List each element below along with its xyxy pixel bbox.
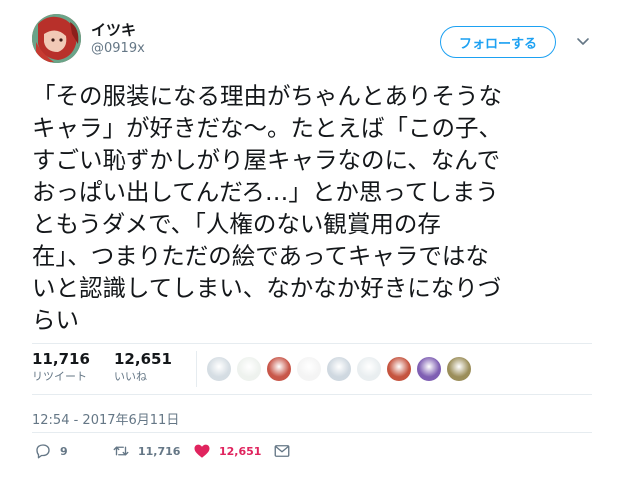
tweet-text-line: おっぱい出してんだろ…」とか思ってしまう xyxy=(32,178,499,206)
tweet-text-line: すごい恥ずかしがり屋キャラなのに、なんで xyxy=(32,146,501,174)
reply-icon xyxy=(36,444,50,459)
retweet-count: 11,716 xyxy=(32,350,90,368)
liker-avatar-6[interactable] xyxy=(356,356,382,382)
retweet-button[interactable]: 11,716 xyxy=(112,442,180,460)
stats-top-divider xyxy=(32,343,592,344)
like-count: 12,651 xyxy=(114,350,172,368)
tweet-text-line: 在」、つまりただの絵であってキャラではな xyxy=(32,242,489,270)
tweet-text-line: いと認識してしまい、なかなか好きになりづ xyxy=(32,274,502,302)
direct-message-button[interactable] xyxy=(273,442,291,460)
chevron-down-icon[interactable] xyxy=(576,34,590,48)
liker-avatar-2[interactable] xyxy=(236,356,262,382)
tweet-text-line: 「その服装になる理由がちゃんとありそうな xyxy=(32,82,502,110)
tweet-text-line: ともうダメで、「人権のない観賞用の存 xyxy=(32,210,441,238)
display-name[interactable]: イツキ xyxy=(91,19,136,40)
retweet-action-count: 11,716 xyxy=(138,444,181,458)
stats-separator xyxy=(196,351,197,387)
liker-avatar-9[interactable] xyxy=(446,356,472,382)
liker-avatar-7[interactable] xyxy=(386,356,412,382)
user-handle[interactable]: @0919x xyxy=(91,41,145,56)
stats-bottom-divider xyxy=(32,394,592,395)
tweet-text-line: らい xyxy=(32,306,79,334)
tweet-text-line: キャラ」が好きだな〜。たとえば「この子、 xyxy=(32,114,502,142)
avatar[interactable] xyxy=(32,14,81,63)
tweet-text: 「その服装になる理由がちゃんとありそうな キャラ」が好きだな〜。たとえば「この子… xyxy=(32,80,592,336)
like-button[interactable]: 12,651 xyxy=(193,442,261,460)
liker-avatar-5[interactable] xyxy=(326,356,352,382)
reply-button[interactable]: 9 xyxy=(34,442,68,460)
like-action-count: 12,651 xyxy=(219,444,262,458)
retweet-label: リツイート xyxy=(32,370,87,383)
avatar-image xyxy=(32,14,81,63)
liker-avatar-3[interactable] xyxy=(266,356,292,382)
tweet-card: イツキ @0919x フォローする 「その服装になる理由がちゃんとありそうな キ… xyxy=(0,0,621,486)
like-label: いいね xyxy=(114,370,147,383)
liker-avatar-4[interactable] xyxy=(296,356,322,382)
retweet-icon xyxy=(113,446,129,456)
retweet-stat[interactable]: 11,716 リツイート xyxy=(32,350,90,384)
reply-count: 9 xyxy=(60,444,68,458)
liker-avatar-8[interactable] xyxy=(416,356,442,382)
liker-avatar-1[interactable] xyxy=(206,356,232,382)
like-stat[interactable]: 12,651 いいね xyxy=(114,350,172,384)
follow-button[interactable]: フォローする xyxy=(440,26,556,58)
liker-avatars xyxy=(206,356,476,384)
heart-icon xyxy=(194,444,210,458)
actions-divider xyxy=(32,432,592,433)
tweet-timestamp[interactable]: 12:54 - 2017年6月11日 xyxy=(32,409,179,428)
envelope-icon xyxy=(274,445,290,457)
